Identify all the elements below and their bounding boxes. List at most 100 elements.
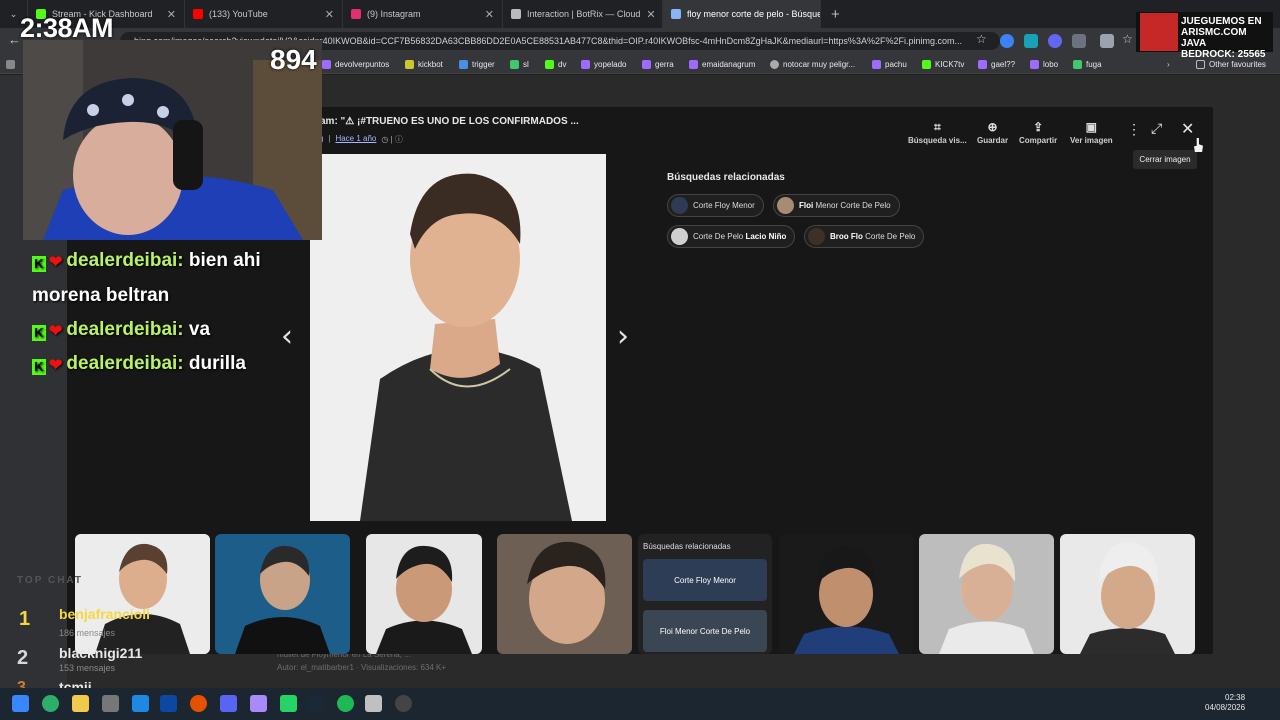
view-image-button[interactable]: ▣ Ver imagen (1070, 120, 1113, 145)
person-thumbnail (1060, 534, 1195, 654)
file-explorer-icon[interactable] (72, 695, 89, 712)
person-thumbnail (366, 534, 482, 654)
thumbnail-image[interactable] (497, 534, 632, 654)
close-icon[interactable]: ✕ (485, 8, 494, 21)
app-icon[interactable] (190, 695, 207, 712)
close-icon[interactable]: ✕ (167, 8, 176, 21)
visual-search-button[interactable]: ⌗ Búsqueda vis... (908, 120, 967, 145)
related-chip[interactable]: Corte Floy Menor (667, 194, 764, 217)
related-chip[interactable]: Corte De Pelo Lacio Niño (667, 225, 796, 248)
next-image-button[interactable]: › (617, 319, 629, 354)
chevron-down-icon: ⌄ (9, 8, 18, 19)
image-title[interactable]: gram: "⚠ ¡#TRUENO ES UNO DE LOS CONFIRMA… (310, 116, 579, 127)
bookmark-icon (872, 59, 881, 69)
bookmark-item[interactable]: gael?? (978, 57, 1015, 71)
bookmark-item[interactable]: KICK7tv (922, 57, 964, 71)
edge-icon[interactable] (42, 695, 59, 712)
youtube-icon (193, 9, 203, 19)
thumbnail-avatar (671, 197, 688, 214)
chat-message: K ❤ dealerdeibai: va (32, 319, 210, 341)
heart-badge-icon: ❤ (49, 323, 63, 340)
share-button[interactable]: ⇪ Compartir (1019, 120, 1057, 145)
person-thumbnail (919, 534, 1054, 654)
close-icon[interactable]: ✕ (325, 8, 334, 21)
bookmark-item[interactable]: notocar muy peligr... (770, 57, 855, 71)
close-icon[interactable]: ✕ (646, 8, 655, 21)
more-options-icon[interactable]: ⋮ (1127, 121, 1141, 138)
top-chat-name: benjafrancioli (59, 606, 151, 622)
thumbnail-image[interactable] (1060, 534, 1195, 654)
star-icon[interactable]: ☆ (976, 32, 990, 46)
bookmark-item[interactable]: yopelado (581, 57, 626, 71)
related-chip[interactable]: Broo Flo Corte De Pelo (804, 225, 925, 248)
bookmark-icon (405, 59, 414, 69)
top-chat-rank: 2 (17, 647, 29, 669)
extension-icon[interactable] (1100, 34, 1114, 48)
person-photo (310, 154, 606, 521)
steam-icon[interactable] (308, 695, 325, 712)
chat-message: K ❤ dealerdeibai: bien ahi (32, 250, 261, 272)
related-card-item[interactable]: Corte Floy Menor (643, 559, 767, 601)
bookmark-icon (322, 59, 331, 69)
tab-bing-images[interactable]: floy menor corte de pelo - Búsque ✕ (663, 0, 821, 28)
expand-icon[interactable]: ⤢ (1151, 120, 1162, 137)
settings-icon[interactable] (102, 695, 119, 712)
visual-search-icon: ⌗ (933, 120, 941, 134)
taskbar-clock[interactable]: 02:38 04/08/2026 (1205, 693, 1245, 713)
thumbnail-image[interactable] (215, 534, 350, 654)
top-chat-name: blacknigi211 (59, 645, 143, 661)
tab-botrix[interactable]: Interaction | BotRix — Cloud ✕ (503, 0, 663, 28)
top-chat-rank: 1 (19, 608, 31, 630)
bookmark-item[interactable]: sl (510, 57, 529, 71)
bookmark-item[interactable]: dv (545, 57, 566, 71)
source-time-link[interactable]: Hace 1 año (335, 134, 376, 145)
save-icon: ⊕ (987, 120, 998, 134)
bookmark-item[interactable]: trigger (459, 57, 495, 71)
previous-image-button[interactable]: ‹ (281, 319, 293, 354)
bookmark-item[interactable]: emaidanagrum (689, 57, 755, 71)
image-meta: peg | Hace 1 año ◷ | ⓘ (310, 134, 403, 145)
thumbnail-image[interactable] (779, 534, 913, 654)
instagram-icon (351, 9, 361, 19)
main-image[interactable] (310, 154, 606, 521)
windows-start-icon[interactable] (12, 695, 29, 712)
app-icon[interactable] (365, 695, 382, 712)
extension-icon[interactable] (1072, 34, 1086, 48)
bookmark-item[interactable]: kickbot (405, 57, 443, 71)
discord-icon[interactable] (220, 695, 237, 712)
tab-youtube[interactable]: (133) YouTube ✕ (185, 0, 343, 28)
thumbnail-image[interactable] (919, 534, 1054, 654)
spotify-icon[interactable] (337, 695, 354, 712)
top-chat-label: TOP CHAT (17, 575, 84, 586)
close-viewer-button[interactable]: ✕ (1181, 119, 1194, 139)
view-image-icon: ▣ (1085, 120, 1098, 134)
chevron-right-icon[interactable]: › (1167, 57, 1170, 71)
app-icon[interactable] (250, 695, 267, 712)
chat-message: K ❤ dealerdeibai: durilla (32, 353, 246, 375)
extension-icon[interactable] (1048, 34, 1062, 48)
bookmark-menu-icon[interactable] (6, 57, 15, 71)
app-icon[interactable] (132, 695, 149, 712)
favorites-icon[interactable]: ☆ (1122, 32, 1136, 46)
extension-icon[interactable] (1000, 34, 1014, 48)
bookmark-icon (978, 59, 987, 69)
related-card-item[interactable]: Floi Menor Corte De Pelo (643, 610, 767, 652)
whatsapp-icon[interactable] (280, 695, 297, 712)
tab-label: Interaction | BotRix — Cloud (527, 9, 641, 19)
related-chip[interactable]: Floi Menor Corte De Pelo (773, 194, 900, 217)
new-tab-button[interactable]: + (821, 6, 850, 23)
app-icon[interactable] (160, 695, 177, 712)
bookmark-item[interactable]: gerra (642, 57, 674, 71)
tab-instagram[interactable]: (9) Instagram ✕ (343, 0, 503, 28)
extension-icon[interactable] (1024, 34, 1038, 48)
bookmark-item[interactable]: pachu (872, 57, 907, 71)
kick-badge-icon: K (32, 325, 46, 341)
thumbnail-image[interactable] (366, 534, 482, 654)
bookmark-item[interactable]: fuga (1073, 57, 1102, 71)
bookmark-item[interactable]: devolverpuntos (322, 57, 389, 71)
bookmark-item[interactable]: lobo (1030, 57, 1058, 71)
thumbnail-avatar (808, 228, 825, 245)
bookmark-icon (459, 59, 468, 69)
obs-icon[interactable] (395, 695, 412, 712)
save-button[interactable]: ⊕ Guardar (977, 120, 1008, 145)
